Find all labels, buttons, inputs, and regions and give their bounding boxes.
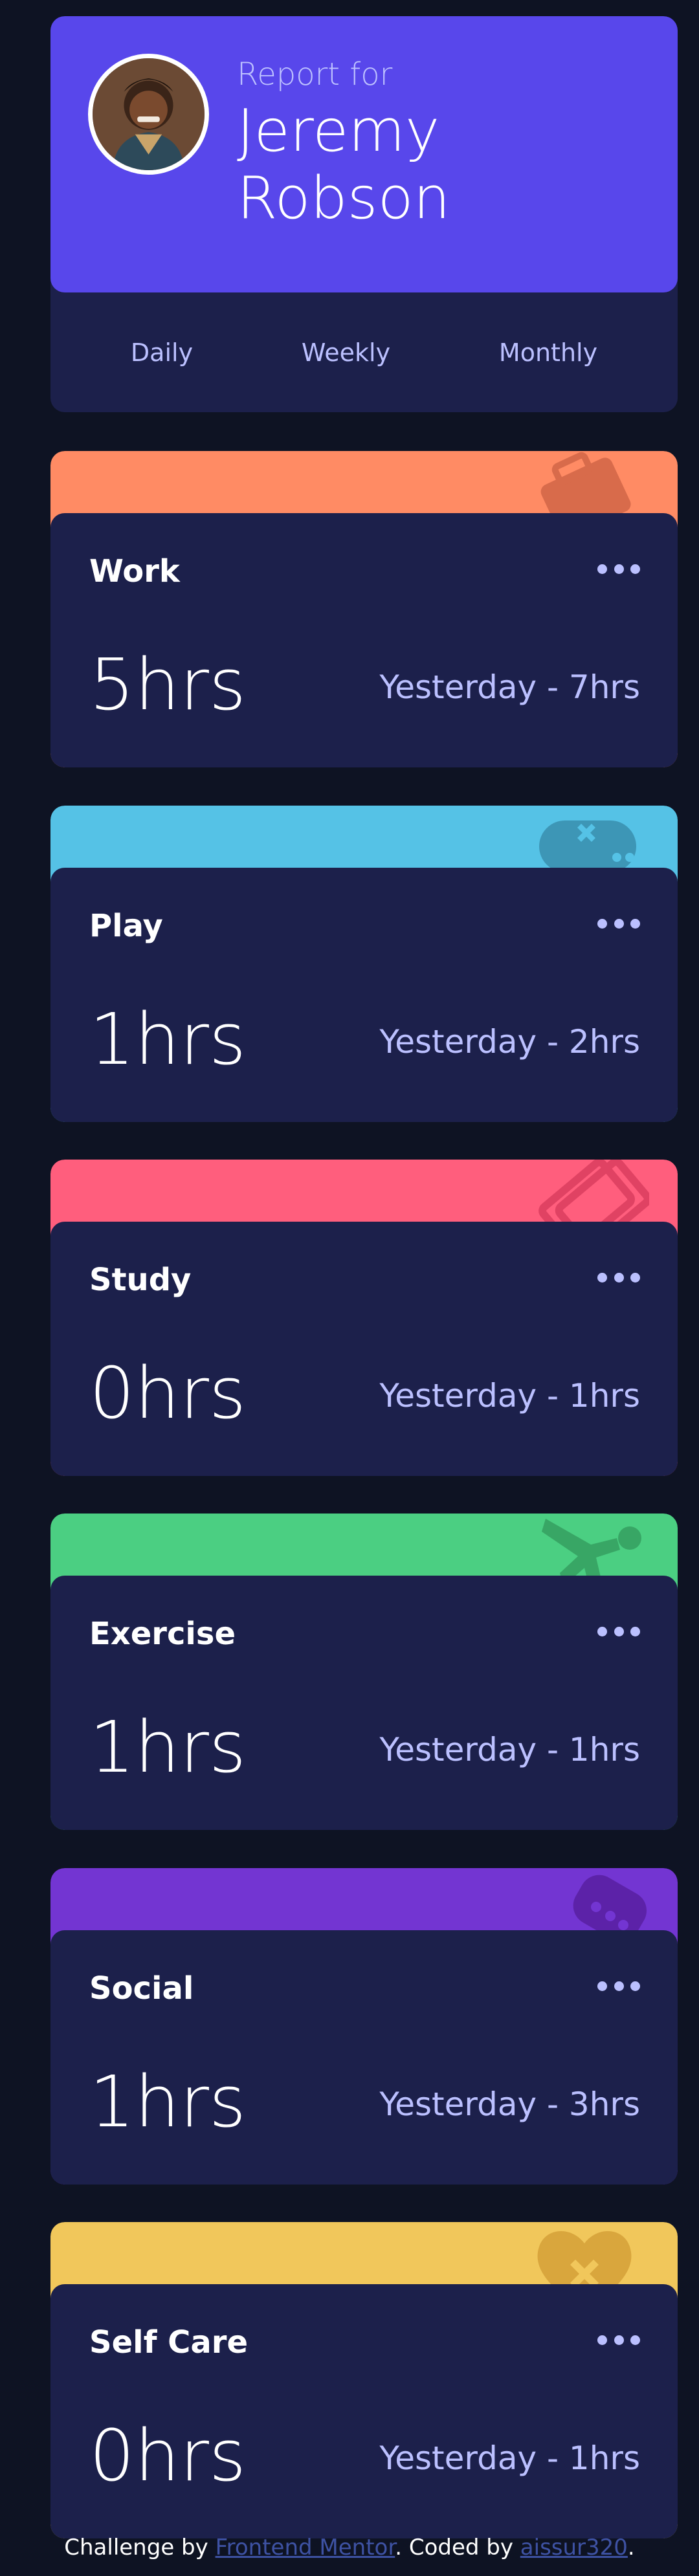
card-play: Play 1hrs Yesterday - 2hrs xyxy=(50,806,678,1122)
card-title: Work xyxy=(89,553,180,589)
last-name: Robson xyxy=(237,164,450,232)
card-title: Play xyxy=(89,908,163,944)
ellipsis-icon[interactable] xyxy=(597,1270,640,1285)
card-study: Study 0hrs Yesterday - 1hrs xyxy=(50,1160,678,1476)
card-work: Work 5hrs Yesterday - 7hrs xyxy=(50,451,678,767)
previous-hours: Yesterday - 1hrs xyxy=(379,1377,640,1415)
card-title: Social xyxy=(89,1970,194,2007)
card-body: Work 5hrs Yesterday - 7hrs xyxy=(50,513,678,767)
ellipsis-icon[interactable] xyxy=(597,916,640,931)
previous-hours: Yesterday - 3hrs xyxy=(379,2086,640,2123)
first-name: Jeremy xyxy=(237,97,440,165)
ellipsis-icon[interactable] xyxy=(597,2332,640,2348)
ellipsis-icon[interactable] xyxy=(597,1624,640,1639)
profile-card: Report for Jeremy Robson Daily Weekly Mo… xyxy=(50,16,678,412)
card-body: Play 1hrs Yesterday - 2hrs xyxy=(50,868,678,1122)
card-title: Exercise xyxy=(89,1616,236,1652)
timeframe-tabs: Daily Weekly Monthly xyxy=(50,292,678,412)
card-body: Self Care 0hrs Yesterday - 1hrs xyxy=(50,2284,678,2538)
card-title: Study xyxy=(89,1262,192,1298)
card-title: Self Care xyxy=(89,2324,249,2361)
card-body: Social 1hrs Yesterday - 3hrs xyxy=(50,1930,678,2185)
user-name: Jeremy Robson xyxy=(237,98,625,232)
current-hours: 1hrs xyxy=(89,2060,247,2143)
previous-hours: Yesterday - 7hrs xyxy=(379,668,640,706)
author-link[interactable]: aissur320 xyxy=(520,2535,628,2560)
attribution-middle: . Coded by xyxy=(395,2535,520,2560)
current-hours: 0hrs xyxy=(89,1352,247,1435)
card-social: Social 1hrs Yesterday - 3hrs xyxy=(50,1868,678,2185)
ellipsis-icon[interactable] xyxy=(597,1978,640,1994)
profile-header: Report for Jeremy Robson xyxy=(50,16,678,292)
current-hours: 5hrs xyxy=(89,643,247,726)
current-hours: 0hrs xyxy=(89,2414,247,2497)
attribution: Challenge by Frontend Mentor. Coded by a… xyxy=(0,2535,699,2560)
tab-monthly[interactable]: Monthly xyxy=(499,338,597,367)
card-body: Study 0hrs Yesterday - 1hrs xyxy=(50,1222,678,1476)
previous-hours: Yesterday - 1hrs xyxy=(379,1731,640,1768)
current-hours: 1hrs xyxy=(89,998,247,1081)
frontend-mentor-link[interactable]: Frontend Mentor xyxy=(216,2535,395,2560)
tab-weekly[interactable]: Weekly xyxy=(302,338,390,367)
attribution-prefix: Challenge by xyxy=(64,2535,216,2560)
current-hours: 1hrs xyxy=(89,1706,247,1789)
report-for-label: Report for xyxy=(237,56,393,93)
tab-daily[interactable]: Daily xyxy=(131,338,193,367)
avatar xyxy=(88,54,209,175)
ellipsis-icon[interactable] xyxy=(597,561,640,577)
card-self-care: Self Care 0hrs Yesterday - 1hrs xyxy=(50,2222,678,2538)
previous-hours: Yesterday - 2hrs xyxy=(379,1023,640,1061)
attribution-suffix: . xyxy=(627,2535,635,2560)
previous-hours: Yesterday - 1hrs xyxy=(379,2439,640,2477)
card-exercise: Exercise 1hrs Yesterday - 1hrs xyxy=(50,1514,678,1830)
card-body: Exercise 1hrs Yesterday - 1hrs xyxy=(50,1576,678,1830)
